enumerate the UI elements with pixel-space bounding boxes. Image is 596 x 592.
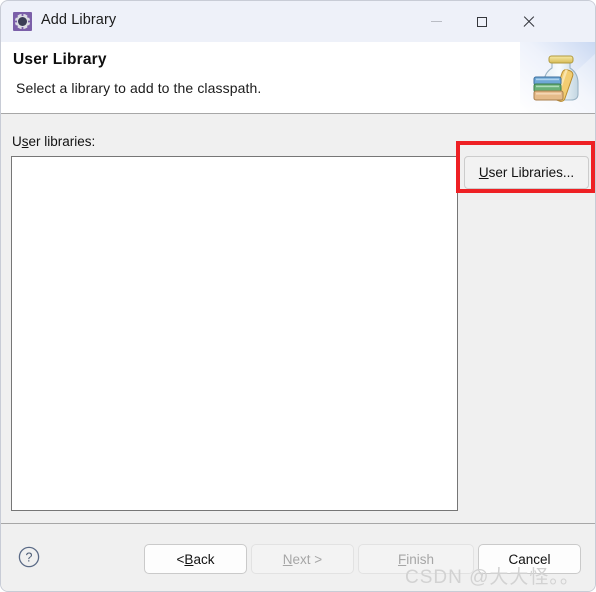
eclipse-gear-icon — [13, 12, 32, 31]
wizard-header: User Library Select a library to add to … — [1, 42, 595, 114]
add-library-dialog: Add Library User Library Select a librar… — [0, 0, 596, 592]
close-icon — [522, 15, 535, 28]
dialog-body: User libraries: User Libraries... — [1, 114, 595, 523]
page-title: User Library — [13, 51, 107, 68]
library-jar-books-banner — [520, 42, 595, 113]
cancel-button[interactable]: Cancel — [478, 544, 581, 574]
button-mnemonic: U — [478, 165, 489, 180]
button-label: ser Libraries... — [488, 165, 575, 180]
label-suffix: er libraries: — [28, 134, 96, 149]
back-suffix: ack — [193, 551, 215, 567]
user-libraries-list[interactable] — [11, 156, 458, 511]
maximize-icon — [477, 16, 487, 27]
back-button[interactable]: < Back — [144, 544, 247, 574]
maximize-button[interactable] — [459, 1, 505, 42]
back-mnemonic: B — [184, 551, 194, 567]
window-title: Add Library — [41, 12, 117, 28]
next-mnemonic: N — [282, 551, 293, 567]
svg-text:?: ? — [26, 551, 33, 565]
dialog-footer: ? < Back Next > Finish Cancel — [1, 523, 595, 591]
title-bar: Add Library — [1, 1, 595, 42]
back-prefix: < — [176, 551, 185, 567]
minimize-button[interactable] — [413, 1, 459, 42]
user-libraries-button[interactable]: User Libraries... — [464, 156, 589, 189]
cancel-label: Cancel — [508, 551, 551, 567]
help-question-icon[interactable]: ? — [18, 546, 40, 568]
finish-mnemonic: F — [397, 551, 407, 567]
next-button[interactable]: Next > — [251, 544, 354, 574]
finish-suffix: inish — [406, 551, 434, 567]
next-suffix: ext > — [292, 551, 323, 567]
minimize-icon — [430, 21, 442, 22]
user-libraries-label: User libraries: — [12, 134, 95, 149]
label-prefix: U — [12, 134, 22, 149]
finish-button[interactable]: Finish — [358, 544, 474, 574]
label-mnemonic: s — [21, 134, 29, 149]
close-button[interactable] — [505, 1, 551, 42]
page-description: Select a library to add to the classpath… — [16, 80, 262, 96]
